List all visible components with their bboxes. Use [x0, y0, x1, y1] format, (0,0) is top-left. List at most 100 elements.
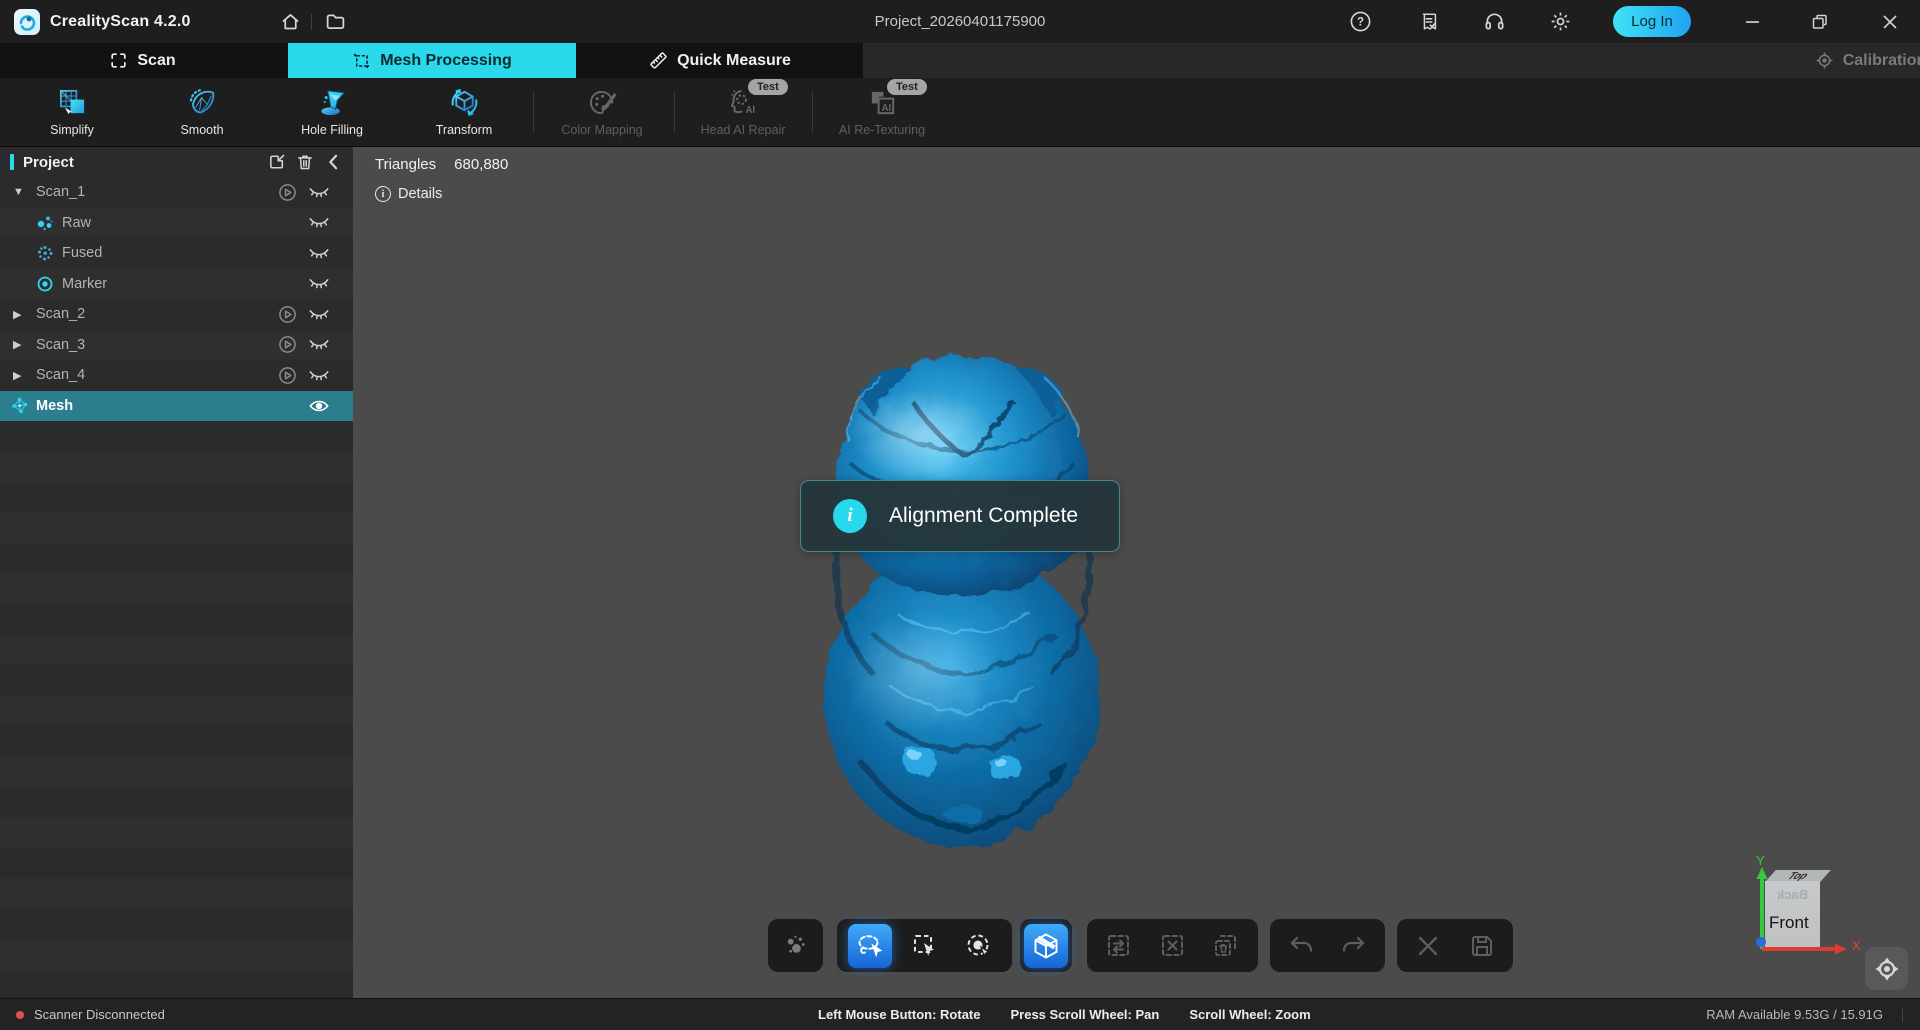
visibility-off-icon[interactable]	[306, 337, 332, 352]
deselect-button[interactable]	[1151, 924, 1195, 968]
svg-text:AI: AI	[881, 103, 891, 114]
head-ai-repair-icon: AI Test	[688, 79, 798, 119]
minimize-button[interactable]	[1729, 0, 1775, 43]
sidebar-item-raw[interactable]: Raw	[0, 207, 353, 238]
recenter-view-button[interactable]	[1865, 947, 1908, 990]
status-bar: Scanner Disconnected Left Mouse Button: …	[0, 998, 1920, 1030]
test-badge: Test	[748, 79, 788, 95]
ai-retexturing-icon: AI Test	[827, 79, 937, 119]
region-select-button[interactable]	[957, 924, 1001, 968]
caret-down-icon[interactable]: ▼	[13, 186, 25, 198]
tool-hole-filling-label: Hole Filling	[301, 123, 363, 137]
caret-right-icon[interactable]: ▶	[13, 308, 25, 321]
orientation-gizmo[interactable]: Top Back Front Y X	[1748, 853, 1868, 965]
tool-color-mapping[interactable]: Color Mapping	[547, 86, 657, 137]
play-icon[interactable]	[276, 366, 298, 385]
tab-scan[interactable]: Scan	[60, 43, 225, 78]
visibility-on-icon[interactable]	[306, 398, 332, 414]
info-icon: i	[375, 186, 391, 202]
home-icon[interactable]	[273, 0, 307, 43]
support-headset-icon[interactable]	[1477, 0, 1511, 43]
toolbar-divider	[674, 91, 675, 133]
login-button[interactable]: Log In	[1613, 6, 1691, 37]
restore-window-button[interactable]	[1797, 0, 1843, 43]
sidebar-item-scan-1[interactable]: ▼ Scan_1	[0, 177, 353, 208]
triangles-label: Triangles	[375, 156, 437, 173]
visibility-off-icon[interactable]	[306, 307, 332, 322]
play-icon[interactable]	[276, 305, 298, 324]
close-window-button[interactable]	[1867, 0, 1913, 43]
settings-gear-icon[interactable]	[1543, 0, 1577, 43]
tab-mesh-processing[interactable]: Mesh Processing	[288, 43, 576, 78]
tool-transform[interactable]: Transform	[409, 86, 519, 137]
app-name: CrealityScan 4.2.0	[50, 12, 191, 30]
tool-simplify[interactable]: Simplify	[17, 86, 127, 137]
transform-icon	[409, 86, 519, 119]
svg-text:?: ?	[1356, 16, 1363, 28]
import-project-icon[interactable]	[263, 147, 291, 177]
save-button[interactable]	[1460, 924, 1504, 968]
tab-calibration[interactable]: Calibration	[1778, 43, 1920, 78]
toast-info-icon: i	[833, 499, 867, 533]
tool-hole-filling[interactable]: Hole Filling	[277, 86, 387, 137]
collapse-sidebar-icon[interactable]	[319, 147, 347, 177]
tool-ai-retexturing[interactable]: AI Test AI Re-Texturing	[827, 79, 937, 137]
help-icon[interactable]: ?	[1343, 0, 1377, 43]
play-icon[interactable]	[276, 183, 298, 202]
select-through-button[interactable]	[1024, 923, 1068, 968]
details-toggle[interactable]: i Details	[375, 186, 442, 202]
visibility-off-icon[interactable]	[306, 185, 332, 200]
tab-bar-right-panel: Calibration Export Model	[863, 43, 1920, 78]
mode-tab-bar: Scan Mesh Processing Quick Measure Calib…	[0, 43, 1920, 78]
open-folder-icon[interactable]	[318, 0, 352, 43]
viewport-3d[interactable]: Triangles 680,880 i Details i Alignment …	[353, 147, 1920, 998]
invert-selection-button[interactable]	[1097, 924, 1141, 968]
tool-head-ai-repair[interactable]: AI Test Head AI Repair	[688, 79, 798, 137]
sidebar-item-mesh[interactable]: Mesh	[0, 390, 353, 421]
app-logo-icon	[14, 8, 40, 35]
undo-button[interactable]	[1279, 924, 1323, 968]
fused-pointcloud-icon	[36, 244, 54, 262]
color-mapping-icon	[547, 86, 657, 119]
visibility-off-icon[interactable]	[306, 276, 332, 291]
cancel-button[interactable]	[1406, 924, 1450, 968]
project-sidebar: Project ▼ Scan_1 Raw Fused Marker ▶ Scan…	[0, 147, 353, 998]
visibility-off-icon[interactable]	[306, 215, 332, 230]
caret-right-icon[interactable]: ▶	[13, 369, 25, 382]
point-select-button[interactable]	[774, 924, 818, 968]
redo-button[interactable]	[1332, 924, 1376, 968]
rectangle-select-button[interactable]	[903, 924, 947, 968]
tool-smooth[interactable]: Smooth	[147, 86, 257, 137]
survey-icon[interactable]	[1412, 0, 1446, 43]
delete-selection-button[interactable]	[1204, 924, 1248, 968]
hint-rotate: Left Mouse Button: Rotate	[818, 1007, 981, 1022]
lasso-select-button[interactable]	[847, 923, 892, 968]
hole-filling-icon	[277, 86, 387, 119]
toolgroup-pointcloud	[768, 919, 823, 972]
visibility-off-icon[interactable]	[306, 246, 332, 261]
svg-text:AI: AI	[745, 105, 755, 116]
model-canvas[interactable]	[802, 343, 1124, 853]
sidebar-item-scan-3[interactable]: ▶ Scan_3	[0, 329, 353, 360]
sidebar-item-scan-2[interactable]: ▶ Scan_2	[0, 299, 353, 330]
visibility-off-icon[interactable]	[306, 368, 332, 383]
tab-calibration-label: Calibration	[1842, 51, 1920, 69]
tool-smooth-label: Smooth	[180, 123, 224, 137]
delete-project-icon[interactable]	[291, 147, 319, 177]
toolgroup-select-through	[1020, 919, 1072, 972]
toolgroup-confirm	[1397, 919, 1513, 972]
marker-icon	[36, 275, 54, 293]
gizmo-axes	[1756, 867, 1847, 955]
status-dot-icon	[16, 1010, 24, 1019]
tab-mesh-processing-label: Mesh Processing	[380, 51, 512, 69]
ram-available: RAM Available 9.53G / 15.91G	[1706, 1007, 1883, 1022]
sidebar-item-scan-4[interactable]: ▶ Scan_4	[0, 360, 353, 391]
raw-pointcloud-icon	[36, 214, 54, 232]
tool-transform-label: Transform	[435, 123, 493, 137]
sidebar-item-fused[interactable]: Fused	[0, 238, 353, 269]
tab-quick-measure[interactable]: Quick Measure	[625, 43, 815, 78]
hint-zoom: Scroll Wheel: Zoom	[1189, 1007, 1311, 1022]
play-icon[interactable]	[276, 335, 298, 354]
sidebar-item-marker[interactable]: Marker	[0, 268, 353, 299]
caret-right-icon[interactable]: ▶	[13, 338, 25, 351]
